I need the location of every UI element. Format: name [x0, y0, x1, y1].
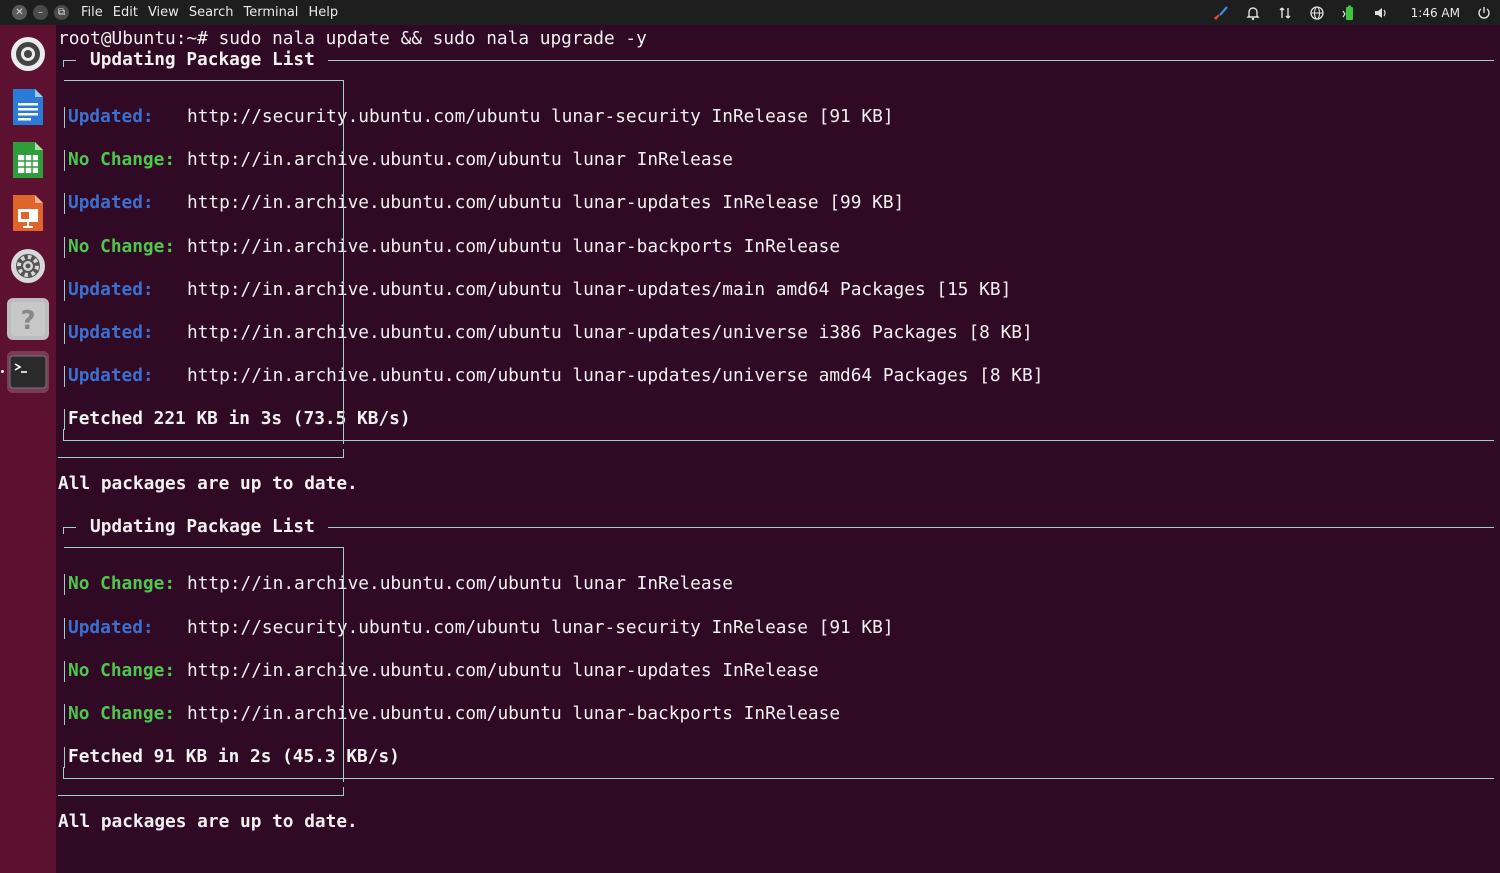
dock-app-terminal[interactable] [7, 351, 49, 393]
table-row-border [64, 409, 65, 431]
help-icon: ? [11, 302, 45, 336]
repo-url: http://in.archive.ubuntu.com/ubuntu luna… [187, 278, 1012, 300]
bell-icon[interactable] [1245, 5, 1261, 21]
table-frame-bottom [58, 795, 344, 797]
menu-bar: File Edit View Search Terminal Help [81, 5, 348, 20]
repo-url: http://in.archive.ubuntu.com/ubuntu luna… [187, 703, 841, 724]
calc-icon [13, 142, 43, 178]
command-line: root@Ubuntu:~# sudo nala update && sudo … [58, 28, 647, 49]
top-bar: ✕ – ⧉ File Edit View Search Terminal Hel… [0, 0, 1500, 25]
menu-edit[interactable]: Edit [113, 5, 138, 20]
repo-url: http://in.archive.ubuntu.com/ubuntu luna… [187, 573, 733, 595]
status-no-change: No Change: [68, 703, 176, 724]
status-no-change: No Change: [68, 235, 176, 257]
dock-app-settings[interactable] [7, 245, 49, 287]
gear-icon [11, 249, 45, 283]
dock-app-libreoffice-writer[interactable] [7, 86, 49, 128]
repo-url: http://in.archive.ubuntu.com/ubuntu luna… [187, 192, 905, 214]
section-frame-top [64, 60, 76, 61]
repo-url: http://security.ubuntu.com/ubuntu lunar-… [187, 106, 894, 127]
status-no-change: No Change: [68, 659, 176, 681]
section-frame-bottom [64, 778, 1494, 780]
table-column-divider [343, 547, 344, 783]
repo-url: http://in.archive.ubuntu.com/ubuntu luna… [187, 235, 841, 257]
writer-icon [13, 89, 43, 125]
status-no-change: No Change: [68, 149, 176, 171]
fetched-summary: Fetched 221 KB in 3s (73.5 KB/s) [68, 408, 411, 430]
lifebuoy-icon [11, 37, 45, 71]
battery-icon[interactable] [1341, 5, 1357, 21]
table-row-border [64, 107, 65, 128]
globe-icon[interactable] [1309, 5, 1325, 21]
repo-url: http://in.archive.ubuntu.com/ubuntu luna… [187, 322, 1033, 343]
table-row-border [64, 574, 65, 596]
restore-window-button[interactable]: ⧉ [54, 5, 69, 20]
table-row-border [64, 193, 65, 215]
dock-app-help[interactable]: ? [7, 298, 49, 340]
section-title: Updating Package List [90, 516, 315, 538]
section-frame-bottom [64, 440, 1494, 442]
status-updated: Updated: [68, 192, 154, 214]
status-updated: Updated: [68, 616, 154, 638]
dock: ? [0, 25, 56, 873]
table-row-border [64, 323, 65, 344]
impress-icon [13, 195, 43, 231]
clock[interactable]: 1:46 AM [1411, 6, 1460, 20]
status-updated: Updated: [68, 278, 154, 300]
table-frame-bottom [58, 457, 344, 459]
table-frame-top [64, 80, 344, 81]
table-row-border [64, 747, 65, 769]
table-row-border [64, 366, 65, 388]
result-message: All packages are up to date. [58, 473, 358, 495]
terminal-icon [9, 355, 47, 389]
system-tray: 1:46 AM [1197, 0, 1492, 25]
table-frame-right [343, 449, 344, 458]
table-row-border [64, 704, 65, 725]
table-column-divider [343, 80, 344, 445]
repo-url: http://in.archive.ubuntu.com/ubuntu luna… [187, 365, 1044, 387]
table-frame-right [343, 787, 344, 796]
result-message: All packages are up to date. [58, 811, 358, 833]
status-updated: Updated: [68, 365, 154, 387]
table-frame-top [64, 547, 344, 549]
menu-search[interactable]: Search [189, 5, 234, 20]
running-indicator [1, 370, 4, 373]
dock-app-libreoffice-impress[interactable] [7, 192, 49, 234]
section-frame-corner [63, 527, 64, 535]
table-row-border [64, 617, 65, 639]
menu-view[interactable]: View [148, 5, 179, 20]
sync-icon[interactable] [1277, 5, 1293, 21]
minimize-window-button[interactable]: – [33, 5, 48, 20]
table-row-border [64, 236, 65, 258]
repo-url: http://security.ubuntu.com/ubuntu lunar-… [187, 616, 894, 638]
repo-url: http://in.archive.ubuntu.com/ubuntu luna… [187, 149, 733, 171]
volume-icon[interactable] [1373, 5, 1389, 21]
status-updated: Updated: [68, 322, 154, 343]
brush-icon[interactable] [1213, 5, 1229, 21]
status-updated: Updated: [68, 106, 154, 127]
dock-app-libreoffice-calc[interactable] [7, 139, 49, 181]
terminal-window[interactable]: root@Ubuntu:~# sudo nala update && sudo … [56, 25, 1500, 873]
dock-app-ubuntu-updater[interactable] [7, 33, 49, 75]
menu-file[interactable]: File [81, 5, 103, 20]
status-no-change: No Change: [68, 573, 176, 595]
close-window-button[interactable]: ✕ [12, 5, 27, 20]
table-row-border [64, 150, 65, 172]
repo-url: http://in.archive.ubuntu.com/ubuntu luna… [187, 659, 819, 681]
svg-text:?: ? [20, 306, 35, 336]
section-frame-corner [63, 60, 64, 67]
section-title-rule [328, 527, 1494, 529]
table-row-border [64, 660, 65, 682]
menu-help[interactable]: Help [308, 5, 338, 20]
fetched-summary: Fetched 91 KB in 2s (45.3 KB/s) [68, 746, 400, 768]
section-title: Updating Package List [90, 49, 315, 70]
menu-terminal[interactable]: Terminal [243, 5, 298, 20]
section-frame-top [64, 527, 76, 529]
power-icon[interactable] [1476, 5, 1492, 21]
table-row-border [64, 279, 65, 301]
section-title-rule [328, 60, 1494, 61]
